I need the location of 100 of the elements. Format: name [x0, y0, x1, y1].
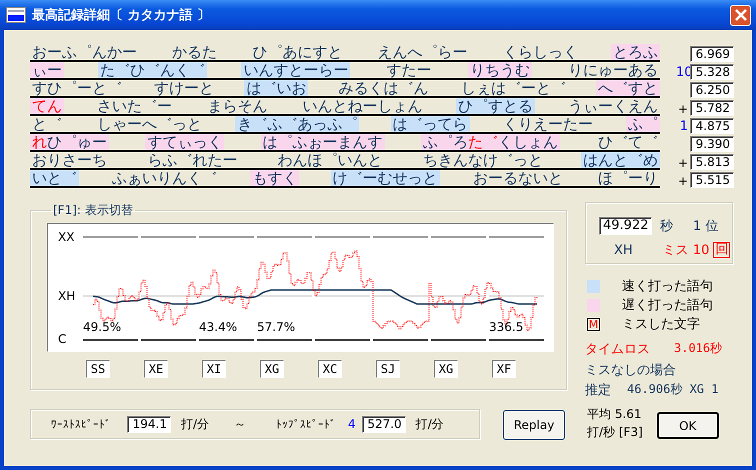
line-time-field: 5.782 — [690, 100, 734, 116]
plus-sign: + — [678, 102, 688, 116]
section-rate-field: 49.5% — [83, 320, 123, 336]
typed-word: ひ゛て゛ — [597, 134, 659, 150]
section-label: XG — [260, 360, 284, 378]
typed-word: き゛ふ゛あっふ゜ — [235, 116, 360, 132]
average-speed: 平均 5.61 — [587, 406, 643, 423]
window-icon — [6, 7, 26, 23]
miss-mark: M — [587, 318, 600, 330]
section-label: XF — [492, 360, 516, 378]
typed-word: ひ゜あにすと — [251, 44, 344, 60]
typed-word: うぃーくえん — [566, 98, 659, 114]
range-separator: ～ — [234, 416, 246, 432]
typed-word: れひ゜ゅー — [30, 134, 109, 150]
estimate-label: 推定 — [585, 382, 611, 399]
section-rate-field: 43.4% — [199, 320, 239, 336]
time-unit: 秒 — [660, 218, 673, 235]
time-loss-label: タイムロス — [585, 341, 650, 358]
section-rate-field: 57.7% — [257, 320, 297, 336]
close-button[interactable] — [730, 4, 751, 26]
legend-label: 速く打った語句 — [622, 278, 713, 295]
top-speed-count: 4 — [348, 417, 356, 431]
typed-word: け゛ーむせっと — [330, 170, 440, 186]
typed-word: らふ゛れたー — [146, 152, 238, 168]
line-time-field: 5.515 — [690, 172, 734, 188]
typed-word: は゜ふぉーまんす — [260, 134, 384, 150]
legend-label: 遅く打った語句 — [622, 297, 713, 314]
typed-word: すてぃっく — [145, 134, 224, 150]
typed-word: えんへ゜らー — [376, 44, 469, 60]
miss-unit: 回 — [713, 242, 730, 258]
typed-word: は゛いお — [244, 80, 308, 96]
typed-word: りちうむ — [468, 62, 532, 78]
total-time-field: 49.922 — [599, 217, 652, 235]
section-label: SJ — [376, 360, 400, 378]
typed-word: しゃーへ゛っと — [96, 116, 204, 132]
typed-word: りにゅーある — [566, 62, 659, 78]
estimate-value: 46.906秒 XG 1 — [627, 381, 718, 398]
typed-word: とろふ — [610, 44, 660, 60]
time-loss-value: 3.016秒 — [674, 340, 722, 357]
typed-word: すひ゜ーと゛ — [31, 80, 123, 96]
typed-word: くらしっく — [502, 44, 579, 60]
top-speed-label: ﾄｯﾌﾟｽﾋﾟｰﾄﾞ — [276, 418, 336, 430]
panel-title[interactable]: [F1]: 表示切替 — [51, 202, 135, 219]
replay-button[interactable]: Replay — [503, 410, 565, 440]
typed-word: ふぁいりんく゛ — [111, 170, 218, 186]
axis-label: C — [58, 333, 66, 345]
typed-word: くりえーたー — [502, 116, 594, 132]
typed-word: おりさーち — [31, 152, 108, 168]
typed-word: てん — [30, 98, 64, 114]
worst-speed-field: 194.1 — [127, 416, 171, 432]
typed-word: はんと゛め — [581, 152, 660, 168]
section-label: SS — [86, 360, 110, 378]
typed-word: ほ゜ーり — [596, 170, 659, 186]
no-miss-title: ミスなしの場合 — [585, 362, 677, 379]
line-time-field: 5.328 — [690, 64, 734, 80]
speed-unit: 打/秒 [F3] — [587, 424, 643, 441]
axis-label: XH — [58, 290, 76, 302]
typed-word: ひ゜すとる — [456, 98, 535, 114]
typed-word: みるくは゛ん — [338, 80, 430, 96]
typed-word: かるた — [171, 44, 218, 60]
rank-number: 1 — [680, 119, 688, 134]
section-label: XG — [434, 360, 458, 378]
line-time-field: 5.813 — [690, 154, 734, 170]
typed-word: しぇは゛ーと゛ — [460, 80, 567, 96]
worst-speed-label: ﾜｰｽﾄｽﾋﾟｰﾄﾞ — [51, 418, 111, 430]
typed-word: ふ゜ — [626, 116, 660, 132]
top-speed-field: 527.0 — [362, 416, 406, 432]
typed-word: は゛ってら — [390, 116, 470, 132]
typed-word: すたー — [386, 62, 433, 78]
typed-word: いんすとーらー — [241, 62, 350, 78]
close-icon — [734, 9, 746, 21]
legend-label: ミスした文字 — [622, 316, 700, 333]
typed-word: ふ゜ろた゛くしょん — [420, 134, 560, 150]
grade-text: XH — [614, 242, 633, 258]
speed-unit: 打/分 — [181, 416, 210, 432]
typed-word: へ゛すと — [596, 80, 660, 96]
typed-word: すけーと — [153, 80, 216, 96]
line-time-field: 6.969 — [690, 46, 734, 62]
section-rate-field: 336.5 — [489, 320, 529, 336]
typed-word: もすく — [250, 170, 300, 186]
ok-button[interactable]: OK — [656, 412, 719, 439]
typed-word: わんほ゜いんと — [276, 152, 384, 168]
typed-word: ちきんなけ゛っと — [422, 152, 544, 168]
typed-word: おーふ゜んかー — [31, 44, 138, 60]
rank-text: 1 位 — [693, 218, 718, 235]
section-label: XI — [202, 360, 226, 378]
section-label: XE — [144, 360, 168, 378]
line-time-field: 4.875 — [690, 118, 734, 134]
window-title: 最高記録詳細〔 カタカナ語 〕 — [32, 6, 212, 24]
typed-word: と゛ — [31, 116, 63, 132]
typed-word: まらそん — [206, 98, 268, 114]
axis-label: XX — [58, 231, 74, 243]
typed-word: ぃー — [30, 62, 64, 78]
line-time-field: 6.250 — [690, 82, 734, 98]
typed-word: いんとねーしょん — [302, 98, 424, 114]
typed-word: さいた゛ー — [96, 98, 174, 114]
typed-word: おーるないと — [472, 170, 564, 186]
miss-count: ミス 10 — [662, 242, 710, 259]
typed-word: た゛ひ゛んく゛ — [98, 62, 208, 78]
line-time-field: 9.390 — [690, 136, 734, 152]
